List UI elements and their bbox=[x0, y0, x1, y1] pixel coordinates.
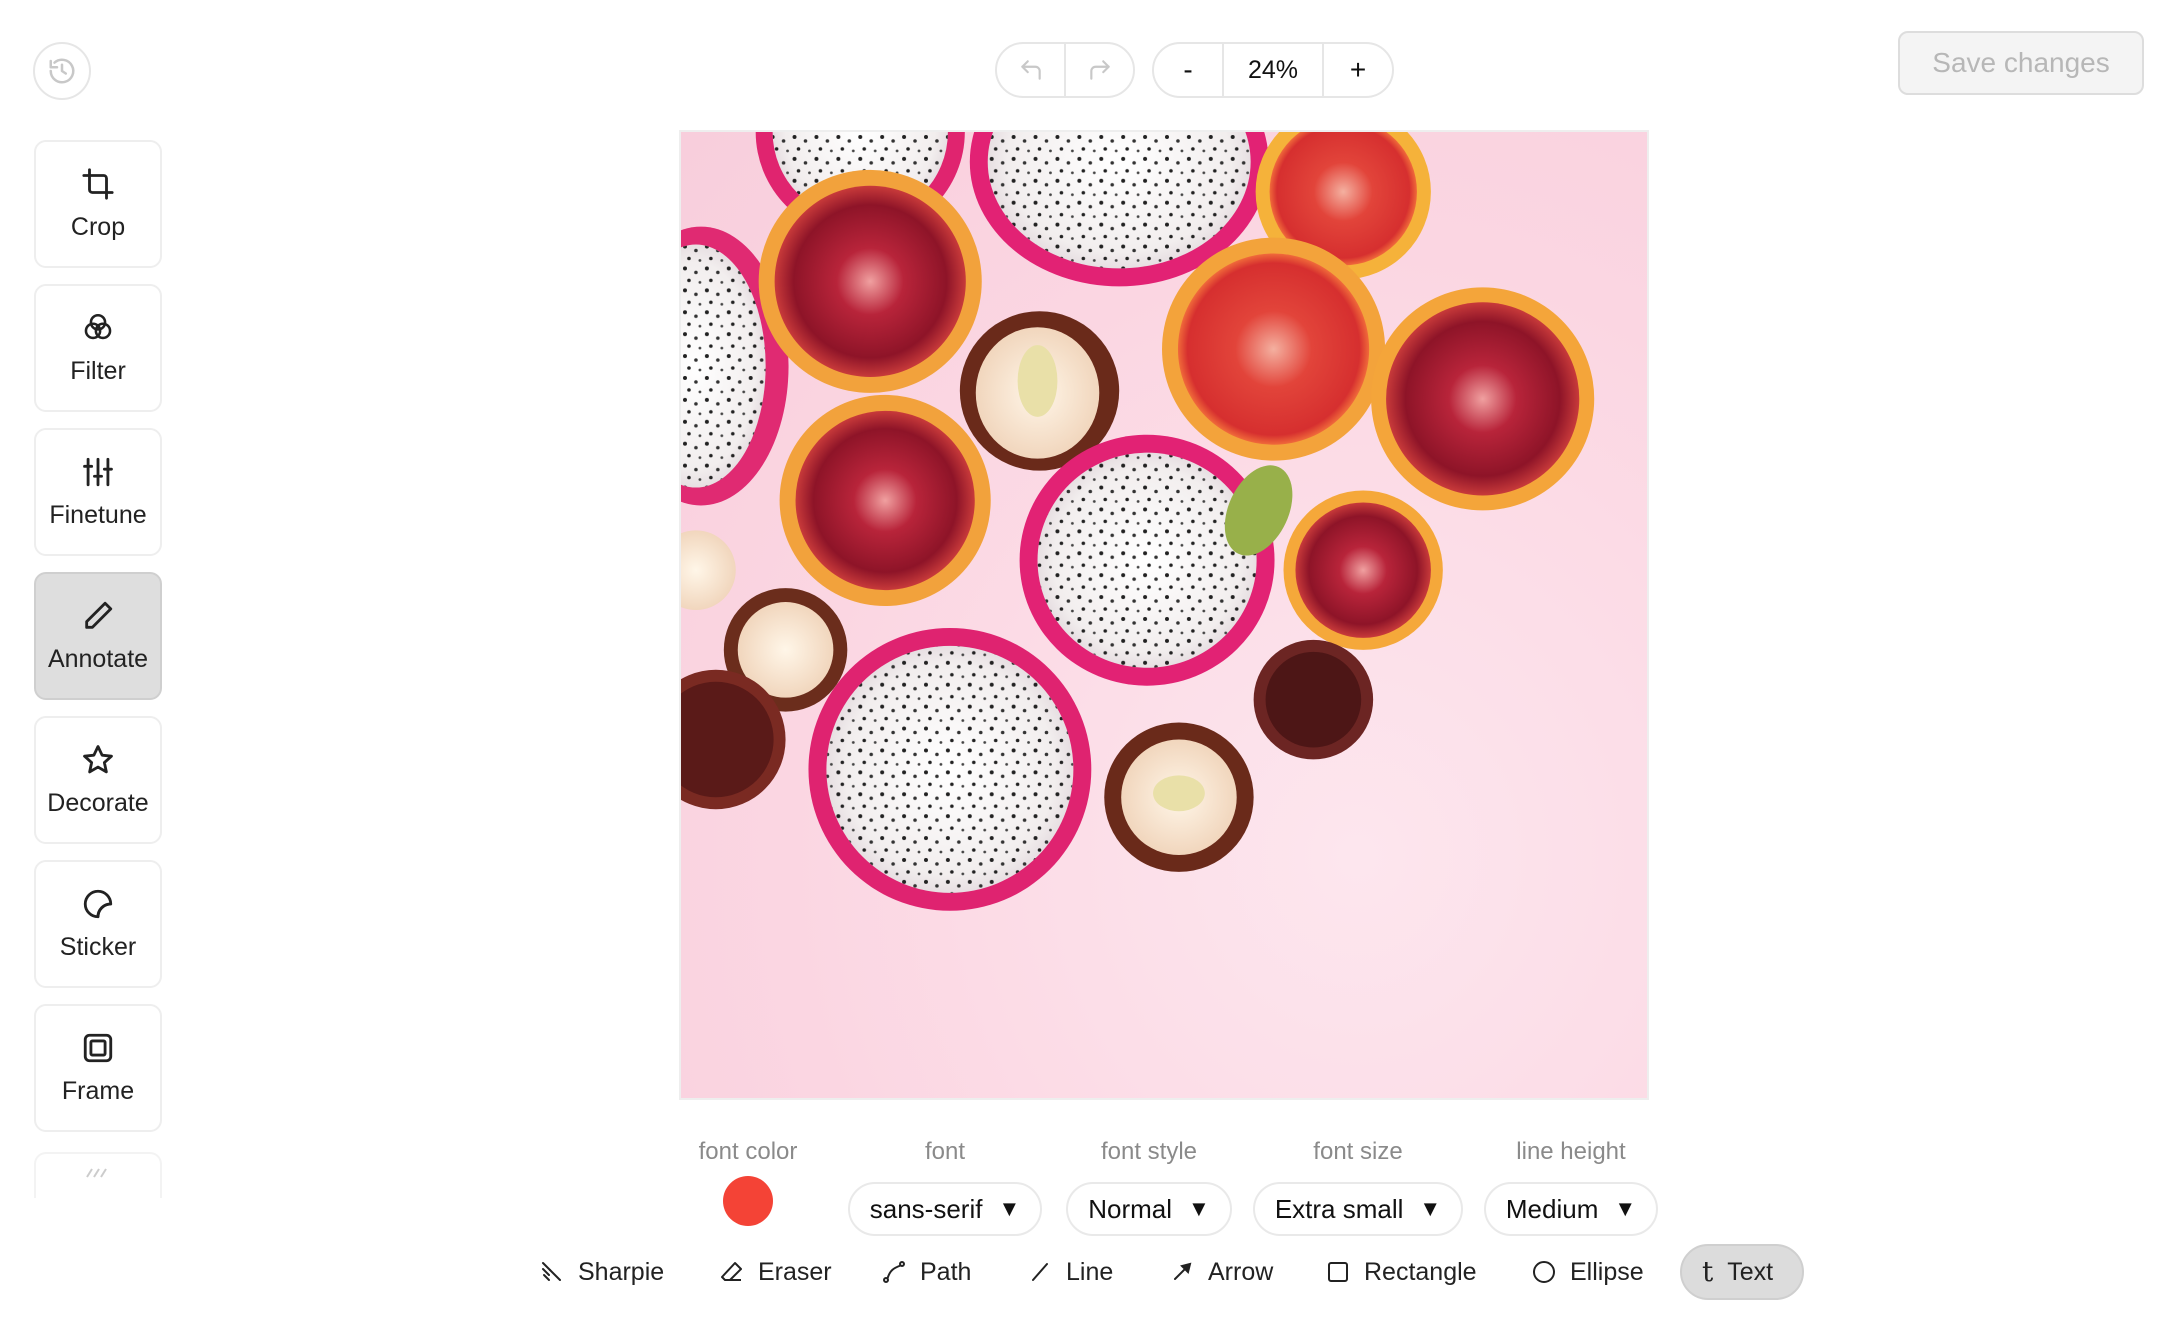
sliders-icon bbox=[83, 457, 113, 486]
save-changes-button[interactable]: Save changes bbox=[1898, 31, 2144, 95]
filter-icon bbox=[84, 313, 112, 339]
tool-label: Ellipse bbox=[1570, 1257, 1644, 1286]
history-icon bbox=[49, 58, 75, 84]
undo-button[interactable] bbox=[997, 44, 1064, 96]
sidebar-item-label: Finetune bbox=[49, 500, 147, 529]
font-color-label: font color bbox=[698, 1138, 798, 1165]
zoom-level[interactable]: 24% bbox=[1222, 44, 1324, 96]
font-color-setting: font color bbox=[683, 1138, 813, 1226]
tool-ellipse[interactable]: Ellipse bbox=[1512, 1244, 1664, 1300]
sharpie-icon bbox=[542, 1262, 561, 1281]
caret-down-icon: ▼ bbox=[1614, 1196, 1637, 1221]
font-size-setting: font size Extra small ▼ bbox=[1252, 1138, 1464, 1236]
tool-eraser[interactable]: Eraser bbox=[700, 1244, 852, 1300]
path-icon bbox=[883, 1261, 905, 1283]
tool-label: Arrow bbox=[1208, 1257, 1274, 1286]
font-style-label: font style bbox=[1100, 1138, 1198, 1165]
zoom-in-button[interactable]: + bbox=[1324, 44, 1392, 96]
sidebar-item-label: Filter bbox=[70, 356, 126, 385]
font-style-select[interactable]: Normal ▼ bbox=[1066, 1182, 1232, 1236]
line-height-setting: line height Medium ▼ bbox=[1483, 1138, 1659, 1236]
zoom-control: - 24% + bbox=[1152, 42, 1394, 98]
tool-label: Rectangle bbox=[1364, 1257, 1477, 1286]
sidebar-item-label: Crop bbox=[70, 212, 126, 241]
zoom-out-button[interactable]: - bbox=[1154, 44, 1222, 96]
undo-redo-group bbox=[995, 42, 1135, 98]
font-color-swatch[interactable] bbox=[723, 1176, 773, 1226]
sticker-icon bbox=[83, 889, 113, 918]
font-style-setting: font style Normal ▼ bbox=[1066, 1138, 1232, 1236]
frame-icon bbox=[83, 1033, 113, 1062]
undo-icon bbox=[1020, 60, 1041, 80]
fruit-photo bbox=[681, 132, 1595, 911]
tool-label: Sharpie bbox=[578, 1257, 665, 1286]
tool-line[interactable]: Line bbox=[1008, 1244, 1133, 1300]
redo-icon bbox=[1089, 60, 1110, 80]
font-size-label: font size bbox=[1313, 1138, 1403, 1165]
more-tools-icon bbox=[86, 1168, 107, 1178]
tool-rectangle[interactable]: Rectangle bbox=[1306, 1244, 1497, 1300]
sidebar-item-decorate[interactable]: Decorate bbox=[34, 716, 162, 844]
tool-label: Path bbox=[920, 1257, 972, 1286]
sidebar-item-finetune[interactable]: Finetune bbox=[34, 428, 162, 556]
rectangle-icon bbox=[1328, 1262, 1348, 1282]
font-style-value: Normal bbox=[1088, 1193, 1173, 1224]
font-label: font bbox=[924, 1138, 966, 1165]
line-icon bbox=[1032, 1263, 1048, 1281]
sidebar-item-crop[interactable]: Crop bbox=[34, 140, 162, 268]
font-setting: font sans-serif ▼ bbox=[847, 1138, 1043, 1236]
eraser-icon bbox=[721, 1262, 742, 1281]
sidebar-item-label: Sticker bbox=[59, 932, 137, 961]
tool-path[interactable]: Path bbox=[862, 1244, 991, 1300]
crop-icon bbox=[82, 167, 114, 200]
caret-down-icon: ▼ bbox=[1419, 1196, 1442, 1221]
tool-label: Eraser bbox=[758, 1257, 832, 1286]
text-icon: t bbox=[1702, 1255, 1714, 1288]
tool-label: Text bbox=[1727, 1257, 1774, 1286]
sidebar-item-sticker[interactable]: Sticker bbox=[34, 860, 162, 988]
caret-down-icon: ▼ bbox=[998, 1196, 1021, 1221]
tool-sharpie[interactable]: Sharpie bbox=[520, 1244, 684, 1300]
sidebar-item-annotate[interactable]: Annotate bbox=[34, 572, 162, 700]
sidebar-item-label: Frame bbox=[61, 1076, 135, 1105]
sidebar-item-filter[interactable]: Filter bbox=[34, 284, 162, 412]
star-icon bbox=[83, 744, 113, 773]
line-height-label: line height bbox=[1516, 1138, 1626, 1165]
redo-button[interactable] bbox=[1064, 44, 1133, 96]
font-value: sans-serif bbox=[869, 1193, 983, 1224]
sidebar-item-frame[interactable]: Frame bbox=[34, 1004, 162, 1132]
line-height-select[interactable]: Medium ▼ bbox=[1483, 1182, 1659, 1236]
sidebar-item-more[interactable] bbox=[34, 1152, 162, 1198]
ellipse-icon bbox=[1533, 1261, 1555, 1283]
font-select[interactable]: sans-serif ▼ bbox=[847, 1182, 1043, 1236]
history-button[interactable] bbox=[33, 42, 91, 100]
tool-text[interactable]: t Text bbox=[1680, 1244, 1804, 1300]
tool-arrow[interactable]: Arrow bbox=[1150, 1244, 1293, 1300]
pencil-icon bbox=[85, 601, 113, 629]
caret-down-icon: ▼ bbox=[1188, 1196, 1210, 1221]
font-size-value: Extra small bbox=[1274, 1193, 1404, 1224]
font-size-select[interactable]: Extra small ▼ bbox=[1252, 1182, 1464, 1236]
image-canvas[interactable] bbox=[679, 130, 1649, 1100]
tool-label: Line bbox=[1066, 1257, 1114, 1286]
sidebar-item-label: Annotate bbox=[47, 644, 149, 673]
arrow-icon bbox=[1174, 1262, 1192, 1280]
sidebar-item-label: Decorate bbox=[47, 788, 149, 817]
line-height-value: Medium bbox=[1505, 1193, 1599, 1224]
